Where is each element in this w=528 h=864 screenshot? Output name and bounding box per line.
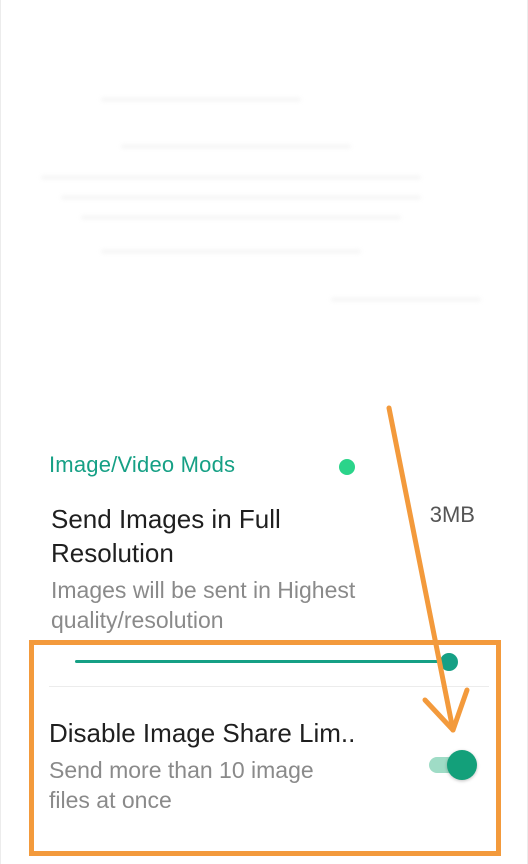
blurred-line	[101, 98, 301, 101]
section-header: Image/Video Mods	[49, 452, 236, 477]
blurred-line	[101, 250, 361, 253]
blurred-content-area	[1, 0, 528, 330]
full-resolution-summary-line2: quality/resolution	[51, 607, 224, 633]
share-limit-summary-line2: files at once	[49, 787, 172, 813]
share-limit-toggle[interactable]	[429, 750, 477, 780]
share-limit-title: Disable Image Share Lim..	[49, 718, 356, 748]
blurred-line	[121, 145, 351, 148]
blurred-line	[81, 216, 401, 219]
size-value-label: 3MB	[429, 502, 475, 527]
full-resolution-title-line1: Send Images in Full	[51, 504, 281, 534]
new-indicator-dot	[339, 459, 355, 475]
full-resolution-title-line2: Resolution	[51, 538, 174, 568]
slider-track	[75, 660, 449, 663]
toggle-thumb	[447, 750, 477, 780]
blurred-line	[331, 298, 481, 301]
slider-thumb[interactable]	[440, 653, 458, 671]
share-limit-summary-line1: Send more than 10 image	[49, 757, 314, 783]
blurred-line	[41, 176, 421, 179]
blurred-line	[61, 196, 421, 199]
divider	[49, 686, 489, 687]
full-resolution-summary-line1: Images will be sent in Highest	[51, 577, 356, 603]
size-slider[interactable]	[75, 652, 465, 672]
settings-screen: Image/Video Mods Send Images in Full Res…	[0, 0, 528, 864]
